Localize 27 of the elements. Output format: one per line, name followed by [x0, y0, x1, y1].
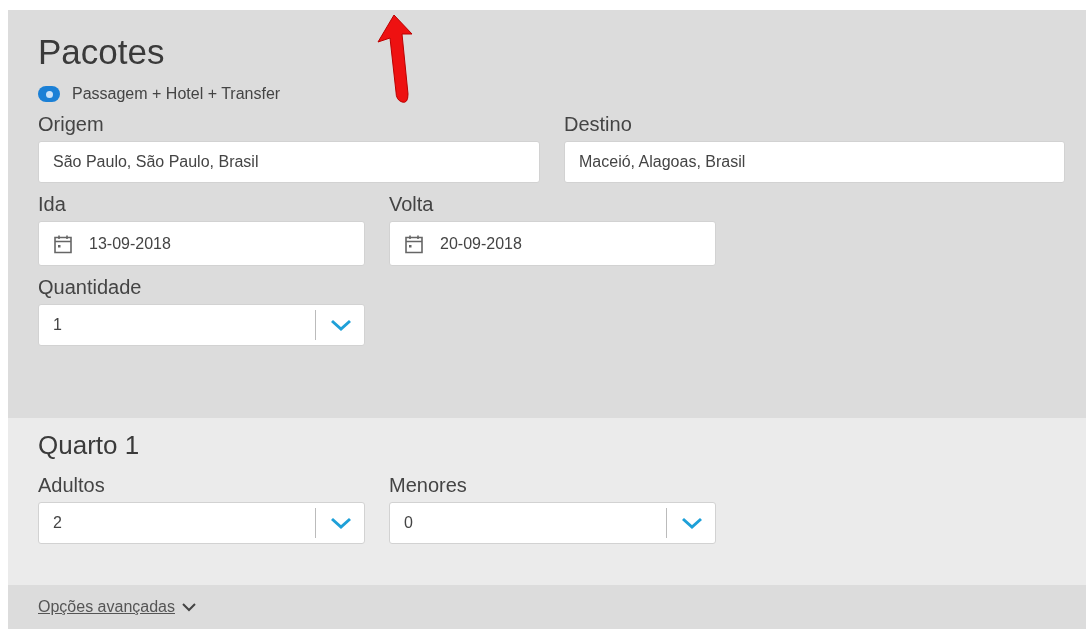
radio-label: Passagem + Hotel + Transfer — [72, 85, 281, 103]
field-label: Ida — [38, 193, 66, 215]
chevron-down-icon — [330, 319, 352, 331]
room-title: Quarto 1 — [38, 430, 141, 460]
date-field[interactable]: 13-09-2018 — [38, 221, 365, 266]
field-label: Quantidade — [38, 276, 142, 298]
field-label: Origem — [38, 113, 104, 135]
field-label: Menores — [389, 474, 467, 496]
date-value: 13-09-2018 — [89, 234, 171, 253]
field-label: Adultos — [38, 474, 105, 496]
field-label: Volta — [389, 193, 434, 215]
field-label: Destino — [564, 113, 632, 135]
count-select[interactable]: 2 — [38, 502, 365, 544]
date-field[interactable]: 20-09-2018 — [389, 221, 716, 266]
date-value: 20-09-2018 — [440, 234, 522, 253]
section-title: Pacotes — [38, 32, 166, 72]
count-select[interactable]: 0 — [389, 502, 716, 544]
origin-field[interactable]: São Paulo, São Paulo, Brasil — [38, 141, 540, 183]
chevron-down-icon[interactable] — [181, 602, 197, 612]
chevron-down-icon — [330, 517, 352, 529]
advanced-options-link[interactable]: Opções avançadas — [38, 598, 175, 616]
chevron-down-icon — [681, 517, 703, 529]
destination-field[interactable]: Maceió, Alagoas, Brasil — [564, 141, 1065, 183]
quantity-select[interactable]: 1 — [38, 304, 365, 346]
calendar-icon — [404, 233, 424, 254]
radio-button[interactable] — [38, 86, 60, 102]
calendar-icon — [53, 233, 73, 254]
